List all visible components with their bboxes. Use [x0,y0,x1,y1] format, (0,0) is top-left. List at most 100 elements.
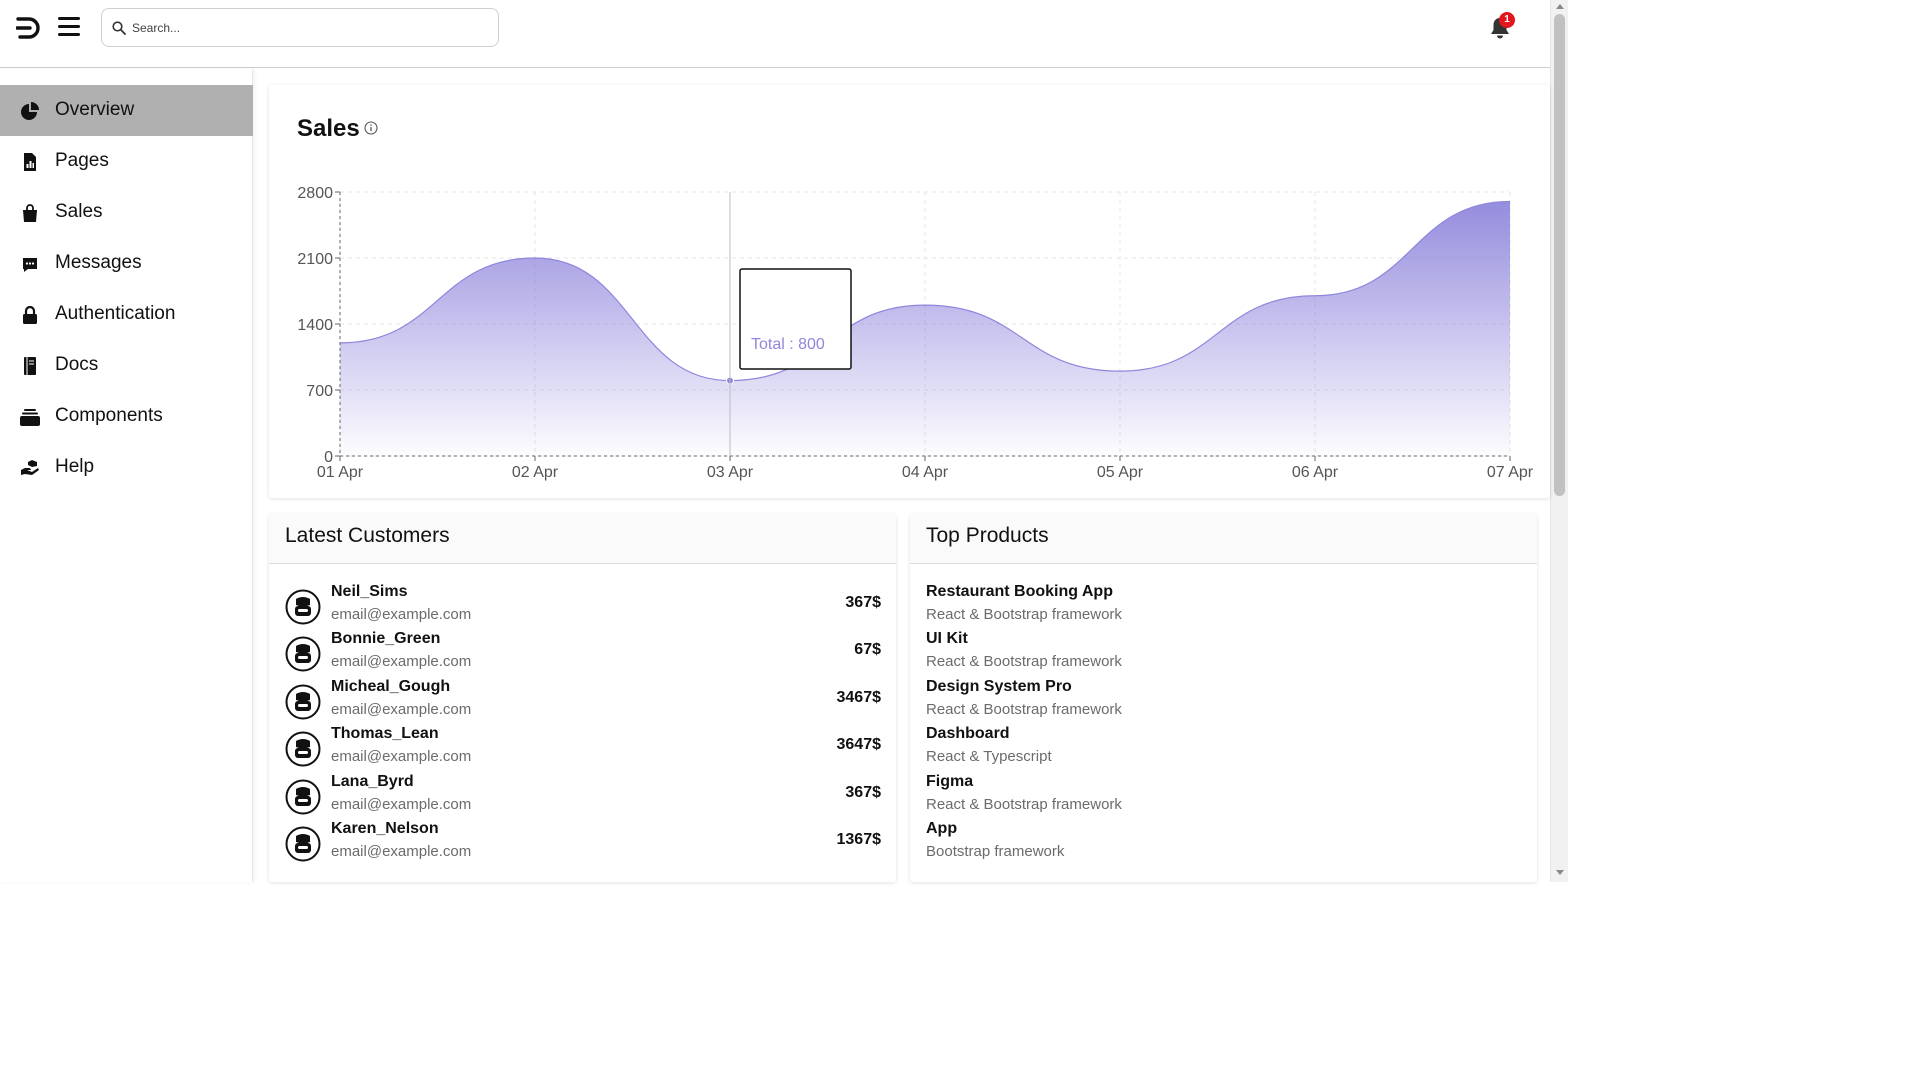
sidebar-item-messages[interactable]: Messages [0,238,253,289]
y-tick-label: 2800 [297,185,333,202]
sidebar-item-sales[interactable]: Sales [0,187,253,238]
product-description: React & Typescript [926,748,1052,766]
x-tick-label: 06 Apr [1292,464,1339,481]
sidebar-item-label: Authentication [55,303,176,324]
y-tick-label: 1400 [297,317,333,334]
sidebar-item-help[interactable]: Help [0,442,253,493]
book-icon [24,357,36,375]
top-products-card: Top Products Restaurant Booking App React… [910,514,1537,882]
latest-customers-card: Latest Customers Neil_Sims email@example.… [269,514,896,882]
customer-amount: 67$ [854,641,881,659]
shopping-bag-icon [23,204,37,222]
customer-row[interactable]: Lana_Byrd email@example.com 367$ [285,773,881,820]
x-tick-label: 04 Apr [902,464,949,481]
layers-icon [20,409,40,426]
customer-row[interactable]: Karen_Nelson email@example.com 1367$ [285,820,881,867]
chat-icon [23,258,37,272]
customer-amount: 3467$ [836,688,882,706]
sidebar-item-components[interactable]: Components [0,391,253,442]
sales-area-chart[interactable]: 070014002100280001 Apr 02 Apr 03 Apr 04 Apr… [269,85,1550,498]
x-tick-label: 02 Apr [512,464,559,481]
sidebar-item-label: Pages [55,150,109,171]
search-input[interactable] [132,15,482,41]
x-tick-label: 03 Apr [707,464,754,481]
product-description: React & Bootstrap framework [926,700,1122,718]
customer-amount: 3647$ [836,736,882,754]
latest-customers-title: Latest Customers [285,524,450,547]
customer-amount: 1367$ [836,831,882,848]
product-name: Dashboard [926,725,1010,743]
product-row[interactable]: App Bootstrap framework [926,820,1522,867]
sidebar-item-pages[interactable]: Pages [0,136,253,187]
sidebar-item-label: Help [55,456,95,477]
customer-row[interactable]: Neil_Sims email@example.com 367$ [285,583,881,630]
product-name: UI Kit [926,630,968,648]
customer-row[interactable]: Bonnie_Green email@example.com 67$ [285,630,881,677]
sidebar-item-docs[interactable]: Docs [0,340,253,391]
customer-row[interactable]: Thomas_Lean email@example.com 3647$ [285,725,881,772]
x-tick-label: 07 Apr [1487,464,1534,481]
sidebar-item-authentication[interactable]: Authentication [0,289,253,340]
y-tick-label: 700 [306,383,333,400]
app-logo-icon[interactable] [16,16,42,40]
product-name: Figma [926,772,974,790]
search-box[interactable] [101,8,499,47]
customer-name: Thomas_Lean [331,725,439,743]
y-tick-label: 2100 [297,251,333,268]
customer-row[interactable]: Micheal_Gough email@example.com 3467$ [285,678,881,725]
customer-name: Bonnie_Green [331,630,441,648]
tooltip-text: Total : 800 [751,336,825,353]
product-row[interactable]: Design System Pro React & Bootstrap frame… [926,678,1522,725]
avatar-icon [285,589,321,625]
top-products-title: Top Products [926,524,1049,547]
pie-chart-icon [21,102,39,120]
sales-area-fill [340,201,1510,456]
chart-tooltip [739,268,852,370]
page-scrollbar[interactable] [1550,0,1568,882]
product-row[interactable]: Restaurant Booking App React & Bootstrap … [926,583,1522,630]
sidebar-item-label: Messages [55,252,142,273]
customer-email: email@example.com [331,748,472,766]
lock-icon [23,306,37,324]
avatar-icon [285,826,321,862]
sales-card: Sales 0 700 1400 2100 2800 01 Apr 02 Apr 03 Apr… [269,85,1550,498]
file-chart-icon [24,153,36,171]
card-header: Latest Customers [269,514,896,564]
customer-email: email@example.com [331,606,472,623]
customer-name: Neil_Sims [331,583,408,600]
x-tick-label: 01 Apr [317,464,364,481]
scroll-down-arrow-icon[interactable] [1556,870,1564,875]
menu-toggle-icon[interactable] [58,17,80,37]
product-description: Bootstrap framework [926,843,1065,860]
customer-amount: 367$ [845,594,881,611]
customer-amount: 367$ [845,783,881,801]
product-row[interactable]: Dashboard React & Typescript [926,725,1522,772]
customer-name: Micheal_Gough [331,677,451,695]
product-description: React & Bootstrap framework [926,795,1122,813]
sidebar-item-label: Sales [55,201,103,222]
avatar-icon [285,684,321,720]
customer-email: email@example.com [331,843,472,860]
scroll-up-arrow-icon[interactable] [1556,4,1564,9]
product-row[interactable]: UI Kit React & Bootstrap framework [926,630,1522,677]
search-icon [112,21,126,35]
card-header: Top Products [910,514,1537,564]
sidebar-item-label: Overview [55,99,135,120]
customer-name: Lana_Byrd [331,772,414,790]
x-tick-label: 05 Apr [1097,464,1144,481]
customer-email: email@example.com [331,653,472,671]
product-row[interactable]: Figma React & Bootstrap framework [926,773,1522,820]
top-bar: 1 [0,0,1550,68]
hand-help-icon [21,460,39,475]
customer-email: email@example.com [331,700,472,718]
sidebar: Overview Pages Sales Messages Authentica… [0,69,253,882]
product-name: Design System Pro [926,677,1072,695]
product-name: Restaurant Booking App [926,583,1113,600]
customer-name: Karen_Nelson [331,820,439,837]
customer-email: email@example.com [331,795,472,813]
avatar-icon [285,731,321,767]
avatar-icon [285,779,321,815]
scrollbar-thumb[interactable] [1554,14,1565,496]
sidebar-item-overview[interactable]: Overview [0,85,253,136]
sidebar-item-label: Components [55,405,163,426]
